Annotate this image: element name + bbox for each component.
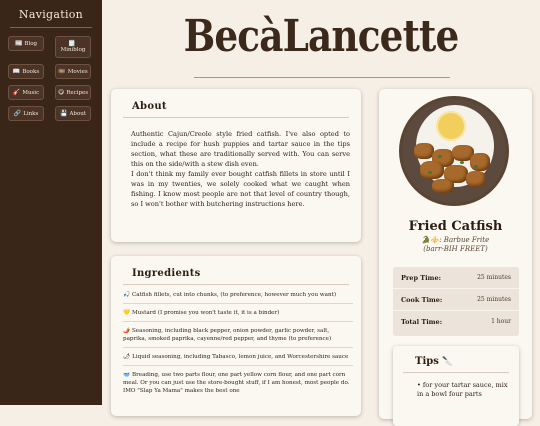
about-heading: About xyxy=(132,101,167,112)
about-divider xyxy=(123,117,349,118)
link-icon: 🔗 xyxy=(13,109,22,117)
nav-divider xyxy=(10,27,92,28)
time-label: Total Time: xyxy=(401,317,443,326)
catfish-piece xyxy=(420,161,444,179)
nav-label: Music xyxy=(22,89,40,96)
ingredient-text: Seasoning, including black pepper, onion… xyxy=(123,328,332,342)
tips-text: • for your tartar sauce, mix in a bowl f… xyxy=(417,381,508,398)
time-value: 25 minutes xyxy=(477,296,511,303)
nav-movies-button[interactable]: 🎞️ Movies xyxy=(55,64,91,79)
recipe-times: Prep Time: 25 minutes Cook Time: 25 minu… xyxy=(393,267,519,336)
alligator-fleur-de-lis-icon: 🐊⚜️ xyxy=(421,236,440,244)
ingredient-divider xyxy=(123,321,353,322)
masthead-divider xyxy=(194,77,450,78)
yum-face-icon: 😋 xyxy=(57,88,65,96)
yellow-heart-icon: 💛 xyxy=(123,310,130,316)
herb xyxy=(428,171,432,174)
knife-icon: 🔪 xyxy=(442,357,454,367)
recipe-subtitle: 🐊⚜️: Barbue Frite (barr-BIH FREET) xyxy=(421,236,490,253)
site-logo-title[interactable]: BecàLancette xyxy=(135,6,507,68)
ingredient-item: 🥣 Breading, use two parts flour, one part… xyxy=(123,371,353,395)
masthead: BecàLancette xyxy=(102,0,540,80)
nav-music-button[interactable]: 🎸 Music xyxy=(8,85,44,100)
nav-label: Blog xyxy=(24,40,38,47)
tips-heading: Tips 🔪 xyxy=(415,356,519,367)
ingredients-list: 🎣 Catfish fillets, cut into chunks, (to p… xyxy=(123,291,353,395)
catfish-piece xyxy=(466,171,486,187)
book-icon: 📖 xyxy=(12,67,21,75)
total-time-row: Total Time: 1 hour xyxy=(393,311,519,332)
herb xyxy=(474,165,478,168)
nav-recipes-button[interactable]: 😋 Recipes xyxy=(55,85,91,100)
catfish-piece xyxy=(432,179,454,193)
ingredient-divider xyxy=(123,303,353,304)
nav-links-button[interactable]: 🔗 Links xyxy=(8,106,44,121)
hot-pepper-icon: 🌶️ xyxy=(123,328,130,334)
recipe-card: Fried Catfish 🐊⚜️: Barbue Frite (barr-BI… xyxy=(379,89,532,426)
time-value: 25 minutes xyxy=(477,274,511,281)
about-card: About Authentic Cajun/Creole style fried… xyxy=(111,89,361,242)
pepper-icon: 🌶 xyxy=(123,354,131,360)
ingredients-divider xyxy=(123,284,349,285)
nav-miniblog-button[interactable]: 🗒️ Miniblog xyxy=(55,36,91,58)
ingredients-heading: Ingredients xyxy=(132,268,201,279)
herb xyxy=(438,155,442,158)
ingredient-divider xyxy=(123,347,353,348)
tips-card: Tips 🔪 • for your tartar sauce, mix in a… xyxy=(393,346,519,426)
sidebar: Navigation 📰 Blog 🗒️ Miniblog 📖 Books 🎞️ Mov… xyxy=(0,0,102,405)
nav-label: Miniblog xyxy=(60,47,86,53)
ingredient-item: 🌶 Liquid seasoning, including Tabasco, le… xyxy=(123,353,353,361)
guitar-icon: 🎸 xyxy=(12,88,21,96)
time-label: Cook Time: xyxy=(401,295,443,304)
cook-time-row: Cook Time: 25 minutes xyxy=(393,289,519,311)
nav-label: Links xyxy=(23,110,39,117)
nav-about-button[interactable]: 💾 About xyxy=(55,106,91,121)
about-paragraph: I don't think my family ever bought catf… xyxy=(131,170,350,208)
recipe-french-name: Barbue Frite xyxy=(443,236,490,244)
recipe-title: Fried Catfish xyxy=(408,219,503,234)
ingredient-text: Mustard (I promise you won't taste it, i… xyxy=(131,310,280,316)
tips-heading-text: Tips xyxy=(415,356,439,367)
prep-time-row: Prep Time: 25 minutes xyxy=(393,267,519,289)
nav-label: Movies xyxy=(67,68,88,75)
about-text: Authentic Cajun/Creole style fried catfi… xyxy=(131,129,350,209)
fried-catfish-photo xyxy=(402,99,506,203)
bowl-icon: 🥣 xyxy=(123,372,130,378)
tips-divider xyxy=(403,372,509,373)
ingredient-item: 🎣 Catfish fillets, cut into chunks, (to p… xyxy=(123,291,353,299)
ingredient-text: Catfish fillets, cut into chunks, (to pr… xyxy=(131,292,336,298)
newspaper-icon: 📰 xyxy=(14,39,23,47)
nav-label: Books xyxy=(22,68,40,75)
nav-books-button[interactable]: 📖 Books xyxy=(8,64,44,79)
nav-label: About xyxy=(69,110,87,117)
film-icon: 🎞️ xyxy=(58,67,66,75)
time-label: Prep Time: xyxy=(401,273,441,282)
lemon-slice xyxy=(436,111,466,141)
recipe-pronunciation: (barr-BIH FREET) xyxy=(423,245,488,253)
ingredient-text: Liquid seasoning, including Tabasco, lem… xyxy=(132,354,349,360)
ingredients-card: Ingredients 🎣 Catfish fillets, cut into c… xyxy=(111,256,361,416)
fishing-pole-icon: 🎣 xyxy=(123,292,130,298)
ingredient-item: 💛 Mustard (I promise you won't taste it, … xyxy=(123,309,353,317)
about-paragraph: Authentic Cajun/Creole style fried catfi… xyxy=(131,130,350,168)
nav-blog-button[interactable]: 📰 Blog xyxy=(8,36,44,51)
ingredient-divider xyxy=(123,365,353,366)
ingredient-item: 🌶️ Seasoning, including black pepper, oni… xyxy=(123,327,353,343)
herb xyxy=(460,161,464,164)
nav-title: Navigation xyxy=(18,8,84,21)
floppy-disk-icon: 💾 xyxy=(59,109,68,117)
catfish-piece xyxy=(414,143,434,159)
ingredient-text: Breading, use two parts flour, one part … xyxy=(123,372,350,394)
catfish-piece xyxy=(470,153,490,171)
time-value: 1 hour xyxy=(491,318,511,325)
nav-label: Recipes xyxy=(66,89,89,96)
